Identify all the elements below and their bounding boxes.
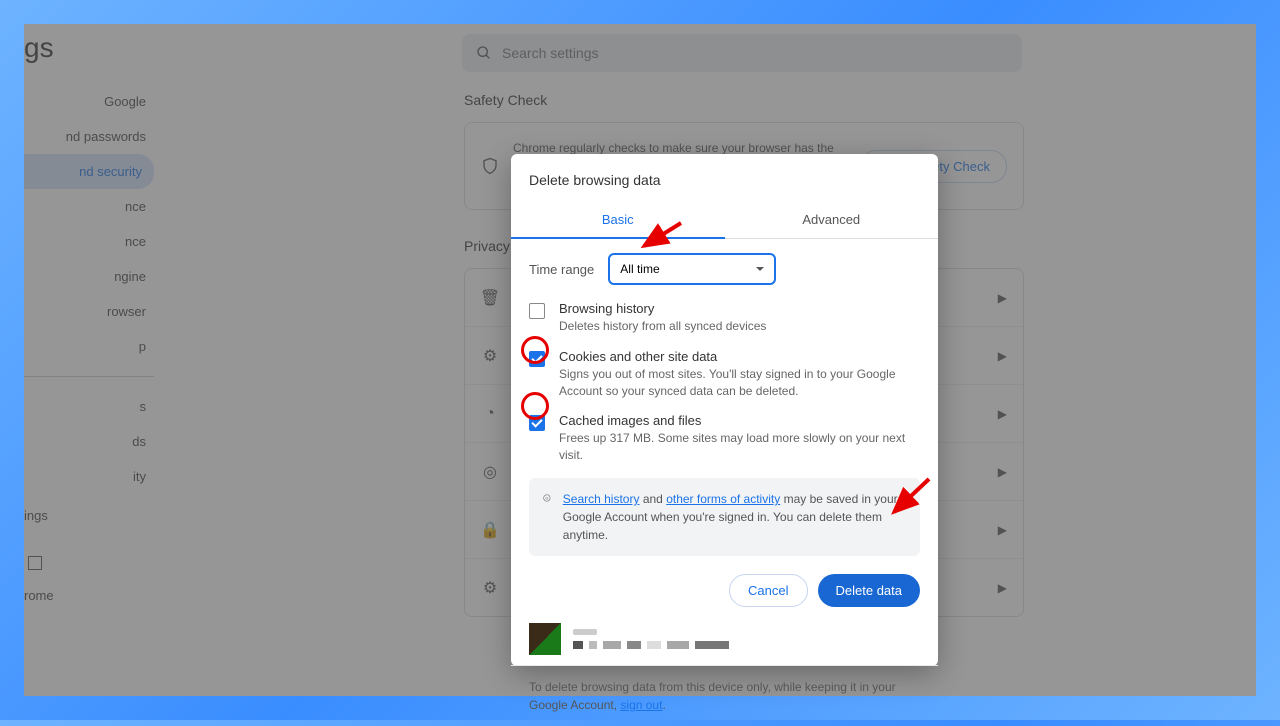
time-range-select[interactable]: All time: [608, 253, 776, 285]
avatar: [529, 623, 561, 655]
dialog-tabs: Basic Advanced: [511, 202, 938, 239]
google-account-info-box: G Search history and other forms of acti…: [529, 478, 920, 556]
check-sub: Deletes history from all synced devices: [559, 318, 920, 335]
dialog-footer-text: To delete browsing data from this device…: [511, 666, 938, 726]
svg-text:G: G: [545, 495, 548, 500]
check-title: Cookies and other site data: [559, 349, 920, 364]
row-browsing-history[interactable]: Browsing history Deletes history from al…: [529, 301, 920, 335]
delete-data-button[interactable]: Delete data: [818, 574, 921, 607]
checkbox-browsing-history[interactable]: [529, 303, 545, 319]
check-sub: Frees up 317 MB. Some sites may load mor…: [559, 430, 920, 464]
sign-out-link[interactable]: sign out: [620, 698, 662, 712]
time-range-label: Time range: [529, 262, 594, 277]
check-sub: Signs you out of most sites. You'll stay…: [559, 366, 920, 400]
cancel-button[interactable]: Cancel: [729, 574, 807, 607]
search-history-link[interactable]: Search history: [563, 492, 640, 506]
row-cache[interactable]: Cached images and files Frees up 317 MB.…: [529, 413, 920, 464]
google-g-icon: G: [543, 490, 551, 506]
tab-advanced[interactable]: Advanced: [725, 202, 939, 238]
check-title: Browsing history: [559, 301, 920, 316]
delete-browsing-data-dialog: Delete browsing data Basic Advanced Time…: [511, 154, 938, 666]
account-row: [511, 607, 938, 666]
dialog-title: Delete browsing data: [511, 154, 938, 202]
row-cookies[interactable]: Cookies and other site data Signs you ou…: [529, 349, 920, 400]
checkbox-cookies[interactable]: [529, 351, 545, 367]
tab-basic[interactable]: Basic: [511, 202, 725, 239]
checkbox-cache[interactable]: [529, 415, 545, 431]
other-activity-link[interactable]: other forms of activity: [666, 492, 780, 506]
check-title: Cached images and files: [559, 413, 920, 428]
